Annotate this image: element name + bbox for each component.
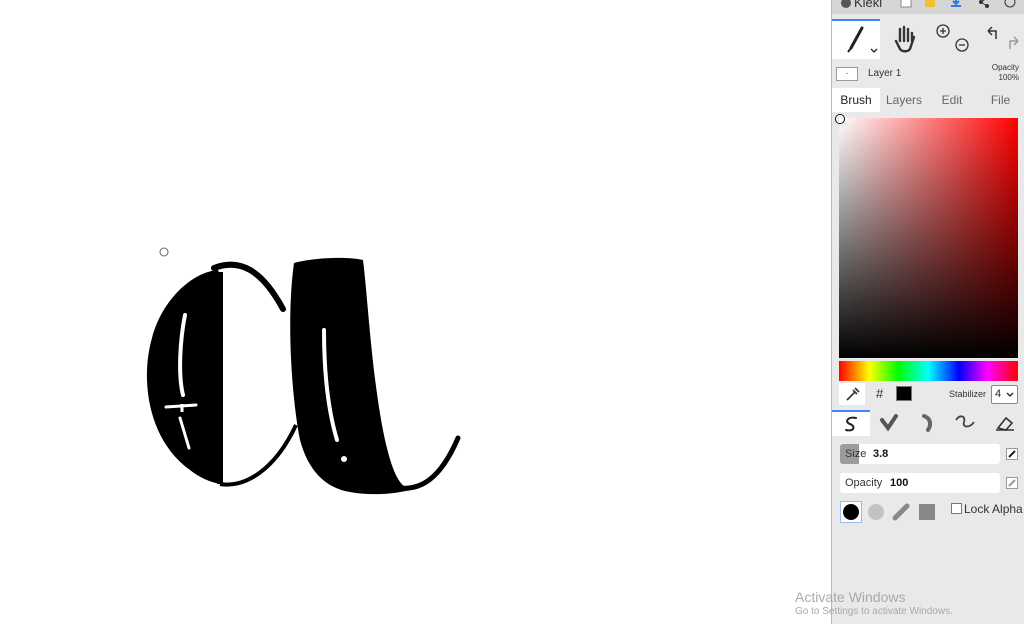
blend-brush-button[interactable] <box>870 410 908 436</box>
soft-shape-button[interactable] <box>865 501 887 523</box>
eyedropper-icon <box>846 387 860 401</box>
drawing-canvas[interactable] <box>0 0 831 624</box>
sketchy-brush-icon <box>922 414 933 432</box>
saturation-value-picker[interactable] <box>836 115 1018 358</box>
circle-shape-icon <box>843 504 859 520</box>
tool-row <box>832 19 1024 59</box>
picker-handle[interactable] <box>836 115 844 123</box>
size-slider[interactable]: Size 3.8 <box>840 444 1000 464</box>
undo-icon <box>987 26 1019 49</box>
tool-panel: Kleki · Layer 1 Opacity 100% Brush Layer… <box>831 0 1024 624</box>
download-icon[interactable] <box>950 0 962 8</box>
chalk-stroke-icon <box>892 503 910 521</box>
eraser-button[interactable] <box>984 410 1024 436</box>
tab-brush[interactable]: Brush <box>832 88 880 112</box>
pen-brush-icon <box>845 416 857 432</box>
soft-circle-icon <box>868 504 884 520</box>
open-folder-icon[interactable] <box>924 0 936 8</box>
square-shape-icon <box>919 504 935 520</box>
brush-shape-row: Lock Alpha <box>839 501 1024 525</box>
square-shape-button[interactable] <box>916 501 938 523</box>
eyedropper-button[interactable] <box>839 383 865 405</box>
chevron-down-icon <box>1006 392 1014 397</box>
circle-shape-button[interactable] <box>840 501 862 523</box>
hue-slider[interactable] <box>839 361 1018 381</box>
chalk-shape-button[interactable] <box>890 501 912 523</box>
brush-tool-button[interactable] <box>832 19 880 59</box>
smooth-brush-icon <box>955 415 975 428</box>
opacity-pressure-pen-icon[interactable] <box>1006 477 1018 489</box>
redo-icon <box>1009 36 1019 49</box>
windows-activation-watermark: Activate Windows Go to Settings to activ… <box>795 589 953 617</box>
blend-brush-icon <box>880 414 898 432</box>
hand-tool-button[interactable] <box>882 19 928 59</box>
help-icon[interactable] <box>1004 0 1016 8</box>
color-row: # Stabilizer 4 <box>839 383 1018 405</box>
app-title: Kleki <box>854 0 883 10</box>
opacity-slider[interactable]: Opacity 100 <box>840 473 1000 493</box>
zoom-in-icon <box>936 24 969 52</box>
hex-input-button[interactable]: # <box>876 386 883 401</box>
size-pressure-pen-icon[interactable] <box>1006 448 1018 460</box>
layer-preview-row[interactable]: · Layer 1 Opacity 100% <box>832 60 1024 86</box>
tab-edit[interactable]: Edit <box>928 88 976 112</box>
layer-name: Layer 1 <box>868 68 902 79</box>
share-icon[interactable] <box>978 0 990 8</box>
letter-a-bowl <box>146 270 220 484</box>
top-bar: Kleki <box>832 0 1024 14</box>
stabilizer-select[interactable]: 4 <box>991 385 1018 404</box>
smooth-brush-button[interactable] <box>946 410 984 436</box>
hand-icon <box>894 25 916 53</box>
sketchy-brush-button[interactable] <box>908 410 946 436</box>
undo-redo-buttons[interactable] <box>978 19 1024 59</box>
eraser-icon <box>996 416 1014 431</box>
tab-layers[interactable]: Layers <box>880 88 928 112</box>
pen-brush-button[interactable] <box>832 410 870 436</box>
new-file-icon[interactable] <box>900 0 912 8</box>
tab-file[interactable]: File <box>976 88 1024 112</box>
canvas-artwork <box>146 247 461 495</box>
lock-alpha-box[interactable] <box>951 503 962 514</box>
current-color-swatch[interactable] <box>896 386 912 401</box>
brush-cursor <box>159 247 169 257</box>
zoom-buttons[interactable] <box>930 19 976 59</box>
kleki-logo-icon <box>841 0 851 8</box>
letter-a-stem <box>290 257 410 495</box>
brush-icon <box>847 26 878 53</box>
layer-thumbnail: · <box>836 67 858 81</box>
layer-opacity: Opacity 100% <box>991 63 1019 82</box>
panel-tabs: Brush Layers Edit File <box>832 88 1024 112</box>
lock-alpha-checkbox[interactable]: Lock Alpha <box>951 502 1023 516</box>
brush-type-row <box>832 410 1024 436</box>
stabilizer-label: Stabilizer <box>949 389 987 399</box>
